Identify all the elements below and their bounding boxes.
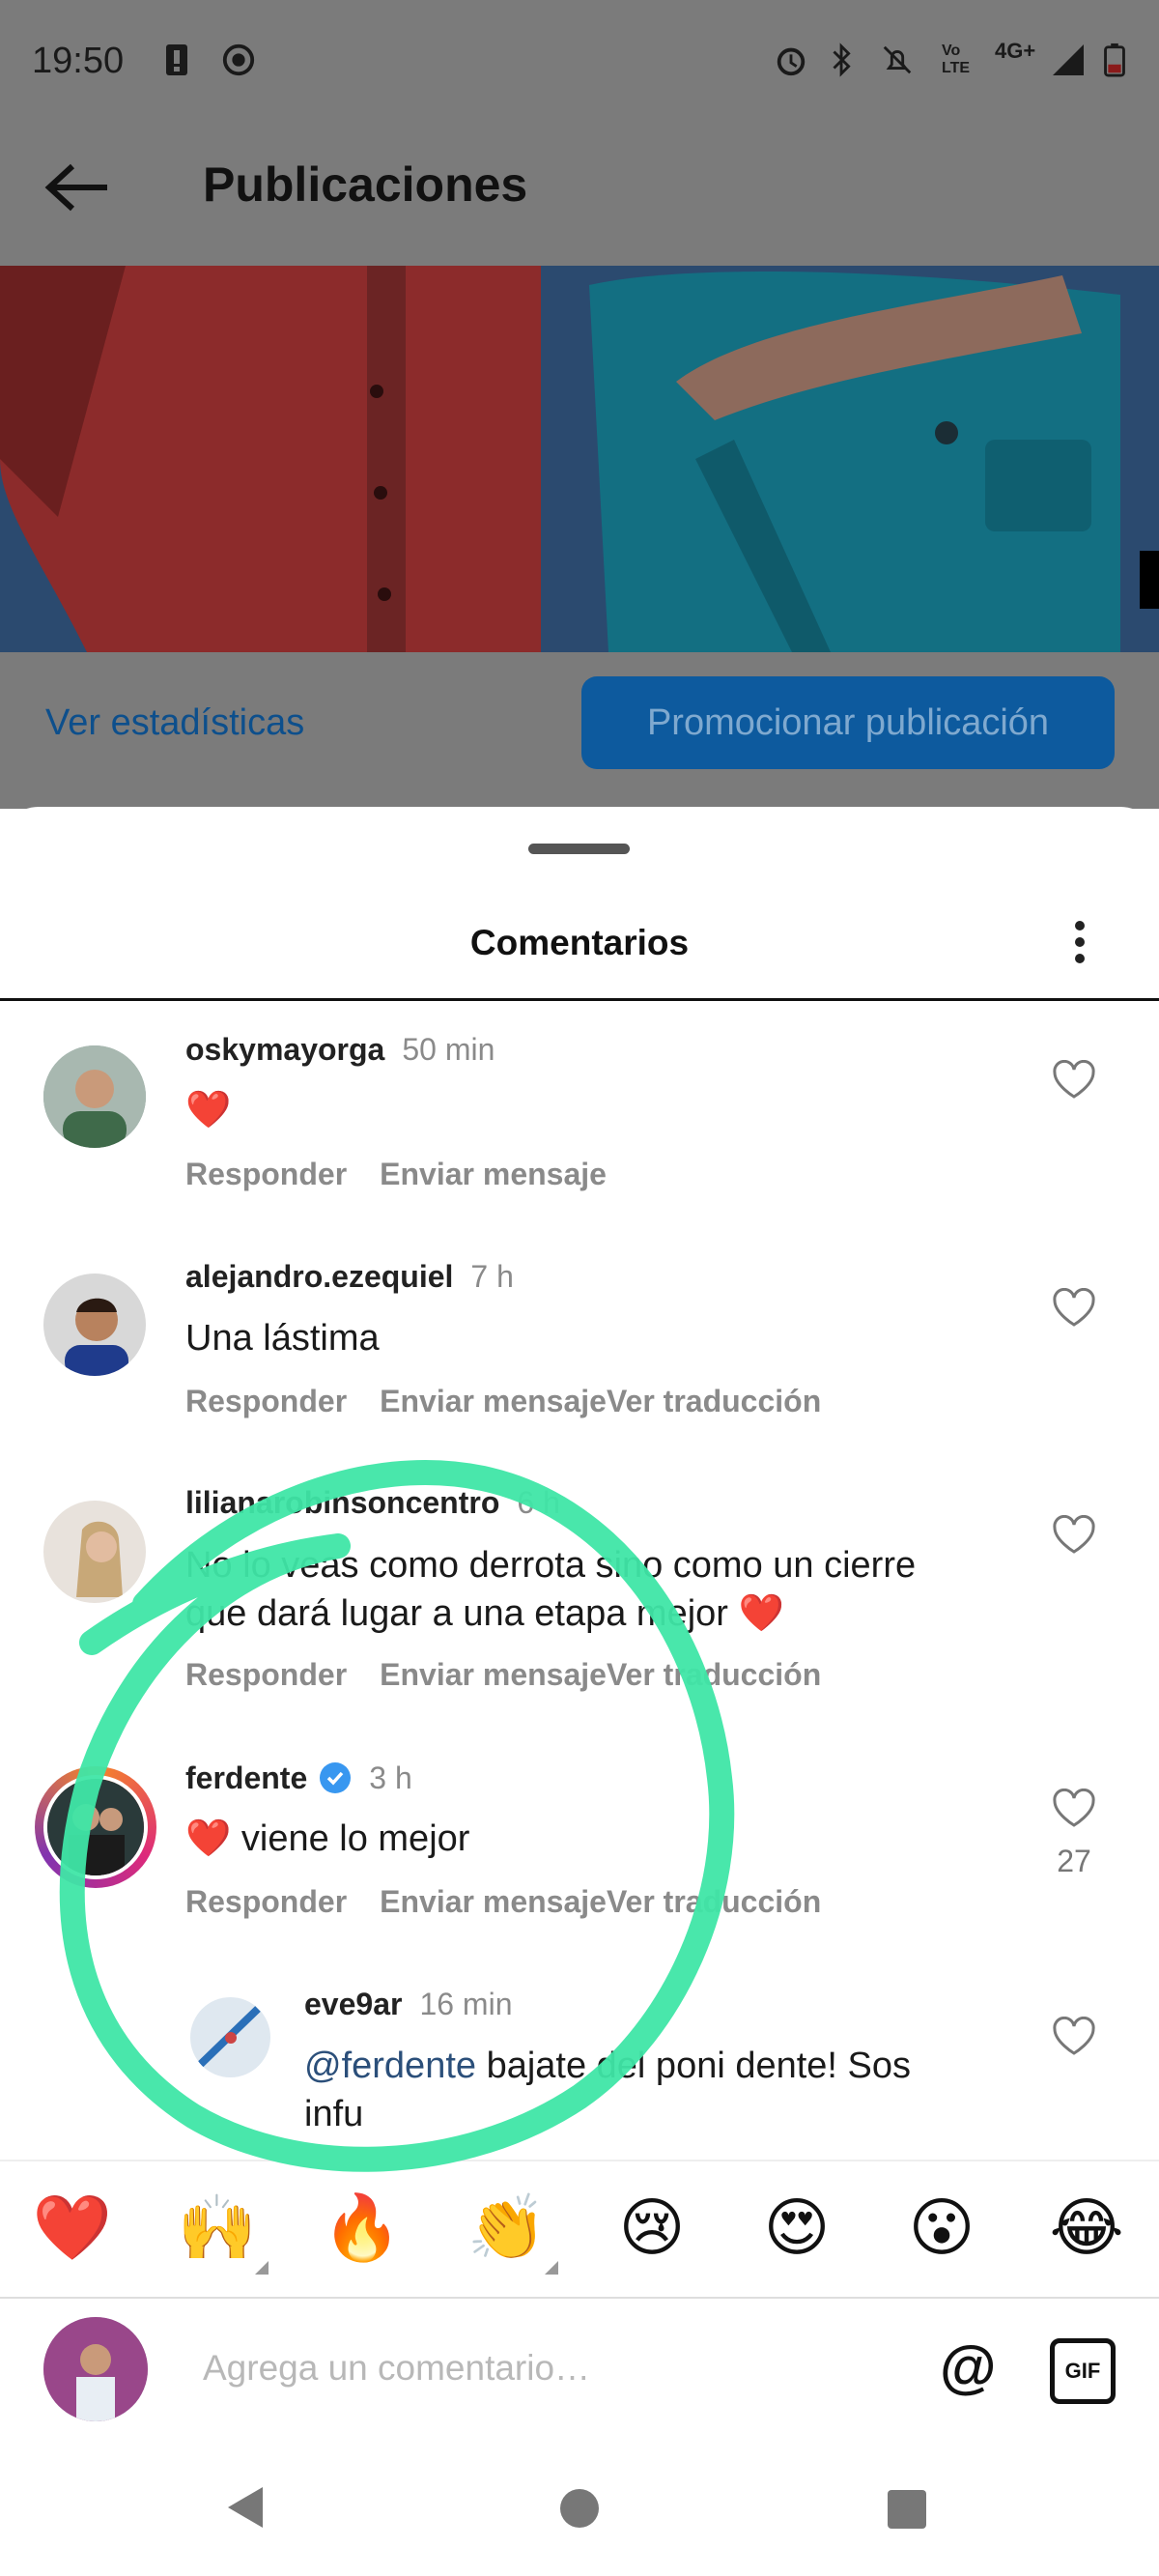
comment-time: 7 h	[470, 1259, 514, 1294]
comment-actions: Responder Enviar mensaje	[185, 1157, 639, 1192]
comment-text: Una lástima	[185, 1318, 380, 1359]
emoji-clap-button[interactable]: 👏	[464, 2189, 551, 2266]
current-user-avatar	[43, 2317, 148, 2421]
nav-recents-icon[interactable]	[887, 2489, 927, 2530]
avatar[interactable]	[43, 1045, 146, 1148]
send-message-button[interactable]: Enviar mensaje	[380, 1657, 607, 1692]
mention-link[interactable]: @ferdente	[304, 2046, 476, 2086]
nav-back-icon[interactable]	[224, 2485, 267, 2530]
network-type: 4G+	[995, 39, 1036, 63]
emoji-fire-button[interactable]: 🔥	[319, 2189, 406, 2266]
comment-time: 16 min	[419, 1987, 513, 2021]
like-heart-icon[interactable]	[1052, 2017, 1096, 2057]
skin-tone-indicator-icon	[545, 2261, 558, 2275]
skin-tone-indicator-icon	[255, 2261, 269, 2275]
comment-actions: Responder Enviar mensajeVer traducción	[185, 1884, 854, 1920]
comment-time: 50 min	[402, 1032, 495, 1067]
comment-actions: Responder Enviar mensajeVer traducción	[185, 1657, 854, 1693]
status-time: 19:50	[32, 41, 125, 81]
comment-username[interactable]: oskymayorga 50 min	[185, 1032, 495, 1068]
battery-saver-icon	[166, 44, 187, 75]
comment-text: ❤️ viene lo mejor	[185, 1818, 470, 1859]
bell-off-icon	[883, 45, 912, 74]
comment-time: 6 h	[517, 1485, 560, 1520]
reply-button[interactable]: Responder	[185, 1384, 347, 1418]
alarm-icon	[777, 47, 806, 76]
emoji-laughing-button[interactable]: 😂	[1043, 2189, 1130, 2266]
send-message-button[interactable]: Enviar mensaje	[380, 1884, 607, 1919]
send-message-button[interactable]: Enviar mensaje	[380, 1157, 607, 1191]
verified-badge-icon	[320, 1762, 352, 1793]
avatar[interactable]	[43, 1501, 146, 1603]
avatar[interactable]	[43, 1775, 148, 1879]
back-arrow-icon[interactable]	[43, 162, 111, 213]
reply-button[interactable]: Responder	[185, 1657, 347, 1692]
send-message-button[interactable]: Enviar mensaje	[380, 1384, 607, 1418]
post-image	[0, 266, 1159, 652]
comment-text: @ferdente bajate del poni dente! Sos infu	[304, 2046, 912, 2134]
like-count: 27	[1057, 1844, 1091, 1878]
like-heart-icon[interactable]	[1052, 1060, 1096, 1101]
translate-button[interactable]: Ver traducción	[607, 1657, 821, 1692]
reply-button[interactable]: Responder	[185, 1157, 347, 1191]
comment-actions: Responder Enviar mensajeVer traducción	[185, 1384, 854, 1419]
view-stats-link[interactable]: Ver estadísticas	[45, 702, 304, 744]
sheet-title: Comentarios	[469, 923, 690, 962]
emoji-raised-hands-button[interactable]: 🙌	[174, 2189, 261, 2266]
app-header	[0, 126, 1159, 266]
like-heart-icon[interactable]	[1052, 1288, 1096, 1329]
emoji-surprised-button[interactable]: 😮	[898, 2189, 985, 2266]
emoji-heart-button[interactable]: ❤️	[29, 2189, 116, 2266]
translate-button[interactable]: Ver traducción	[607, 1884, 821, 1919]
mention-button[interactable]: @	[940, 2333, 997, 2400]
battery-icon	[1104, 43, 1125, 77]
page-title: Publicaciones	[203, 157, 528, 212]
comment-input[interactable]: Agrega un comentario…	[203, 2348, 590, 2389]
gif-button[interactable]: GIF	[1050, 2338, 1116, 2404]
emoji-crying-button[interactable]: 😢	[608, 2189, 695, 2266]
comment-username[interactable]: eve9ar 16 min	[304, 1987, 512, 2022]
like-heart-icon[interactable]	[1052, 1789, 1096, 1829]
comment-time: 3 h	[369, 1760, 412, 1795]
screen-record-icon	[222, 43, 255, 76]
comment-text: No lo veas como derrota sino como un cie…	[185, 1545, 917, 1634]
sheet-divider	[0, 998, 1159, 1001]
volte-indicator: Vo LTE	[942, 43, 971, 76]
nav-home-icon[interactable]	[558, 2487, 601, 2530]
comment-username[interactable]: alejandro.ezequiel 7 h	[185, 1259, 514, 1295]
comment-username[interactable]: lilianarobinsoncentro 6 h	[185, 1485, 560, 1521]
translate-button[interactable]: Ver traducción	[607, 1384, 821, 1418]
avatar[interactable]	[190, 1997, 270, 2077]
emoji-heart-eyes-button[interactable]: 😍	[753, 2189, 840, 2266]
like-heart-icon[interactable]	[1052, 1515, 1096, 1556]
reply-button[interactable]: Responder	[185, 1884, 347, 1919]
avatar[interactable]	[43, 1274, 146, 1376]
promote-post-button[interactable]: Promocionar publicación	[581, 676, 1115, 769]
bluetooth-icon	[833, 43, 851, 77]
signal-icon	[1053, 44, 1084, 75]
comment-username[interactable]: ferdente 3 h	[185, 1760, 412, 1796]
more-options-icon[interactable]	[1062, 918, 1097, 966]
comment-text: ❤️	[185, 1090, 232, 1131]
sheet-drag-handle[interactable]	[528, 844, 630, 854]
